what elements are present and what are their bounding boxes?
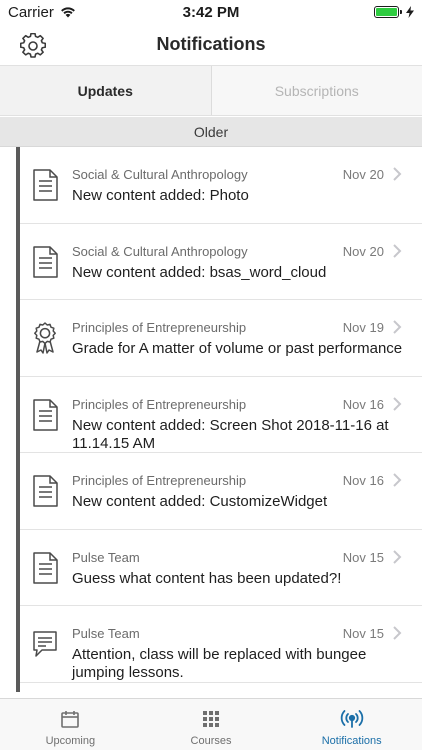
calendar-icon: [61, 711, 80, 728]
notification-date: Nov 15: [342, 626, 384, 641]
status-right: [374, 6, 414, 18]
notification-course: Principles of Entrepreneurship: [72, 320, 247, 335]
tab-upcoming-label: Upcoming: [45, 735, 96, 747]
notification-text: Attention, class will be replaced with b…: [72, 646, 367, 681]
tab-courses-label: Courses: [190, 735, 232, 747]
notification-text: New content added: bsas_word_cloud: [72, 263, 327, 281]
chevron-right-icon: [393, 549, 402, 564]
tab-updates[interactable]: Updates: [0, 66, 212, 115]
document-icon: [33, 169, 58, 201]
document-icon: [33, 475, 58, 507]
navigation-bar: Notifications: [0, 24, 422, 66]
battery-icon: [374, 6, 402, 18]
section-header-older: Older: [0, 117, 422, 147]
notification-text: Grade for A matter of volume or past per…: [72, 340, 403, 357]
tab-notifications[interactable]: Notifications: [281, 699, 422, 750]
gear-icon: [20, 33, 46, 58]
notification-course: Social & Cultural Anthropology: [72, 243, 248, 259]
notification-date: Nov 16: [342, 473, 384, 488]
notification-date: Nov 16: [342, 396, 384, 412]
document-icon: [33, 398, 58, 431]
notification-text: Guess what content has been updated?!: [72, 569, 342, 587]
notification-item[interactable]: Pulse Team Nov 15 Guess what content has…: [20, 530, 422, 606]
notification-text: New content added: Photo: [72, 187, 249, 204]
notification-date: Nov 20: [342, 243, 384, 259]
page-title: Notifications: [156, 34, 266, 54]
status-bar: Carrier 3:42 PM: [0, 0, 422, 24]
document-icon: [33, 245, 58, 278]
tab-courses[interactable]: Courses: [141, 699, 282, 750]
award-ribbon-icon: [34, 322, 56, 354]
notification-course: Principles of Entrepreneurship: [72, 396, 247, 412]
chevron-right-icon: [393, 396, 402, 411]
tab-upcoming[interactable]: Upcoming: [0, 699, 141, 750]
notification-course: Pulse Team: [72, 626, 140, 641]
carrier-label: Carrier: [8, 3, 54, 21]
notification-list[interactable]: Social & Cultural Anthropology Nov 20 Ne…: [0, 147, 422, 697]
tab-notifications-label: Notifications: [321, 735, 382, 747]
charging-bolt-icon: [406, 6, 414, 18]
segmented-tabs: Updates Subscriptions: [0, 66, 422, 116]
wifi-icon: [60, 7, 75, 18]
notification-text: New content added: Screen Shot 2018-11-1…: [72, 416, 389, 452]
grid-icon: [203, 711, 219, 727]
chat-bubble-icon: [33, 631, 57, 657]
notification-course: Social & Cultural Anthropology: [72, 167, 248, 182]
notification-item[interactable]: Principles of Entrepreneurship Nov 16 Ne…: [20, 377, 422, 453]
broadcast-icon: [340, 710, 363, 728]
notification-date: Nov 19: [342, 320, 384, 335]
notification-date: Nov 15: [342, 549, 384, 565]
notification-item[interactable]: Principles of Entrepreneurship Nov 16 Ne…: [20, 453, 422, 530]
notification-item[interactable]: Social & Cultural Anthropology Nov 20 Ne…: [20, 147, 422, 224]
notification-date: Nov 20: [342, 167, 384, 182]
notification-item[interactable]: Pulse Team Nov 15 Attention, class will …: [20, 606, 422, 683]
chevron-right-icon: [393, 626, 402, 640]
battery-level: [376, 8, 397, 16]
notification-course: Principles of Entrepreneurship: [72, 473, 247, 488]
chevron-right-icon: [393, 473, 402, 487]
bottom-tab-bar: Upcoming Courses Notifications: [0, 698, 422, 750]
notification-item[interactable]: Social & Cultural Anthropology Nov 20 Ne…: [20, 224, 422, 300]
chevron-right-icon: [393, 243, 402, 258]
settings-button[interactable]: [18, 31, 48, 61]
tab-subscriptions[interactable]: Subscriptions: [212, 66, 422, 115]
notification-text: New content added: CustomizeWidget: [72, 493, 328, 510]
chevron-right-icon: [393, 320, 402, 334]
status-left: Carrier: [8, 4, 76, 21]
notification-course: Pulse Team: [72, 549, 140, 565]
notification-item[interactable]: Principles of Entrepreneurship Nov 19 Gr…: [20, 300, 422, 377]
chevron-right-icon: [393, 167, 402, 181]
document-icon: [33, 551, 58, 584]
